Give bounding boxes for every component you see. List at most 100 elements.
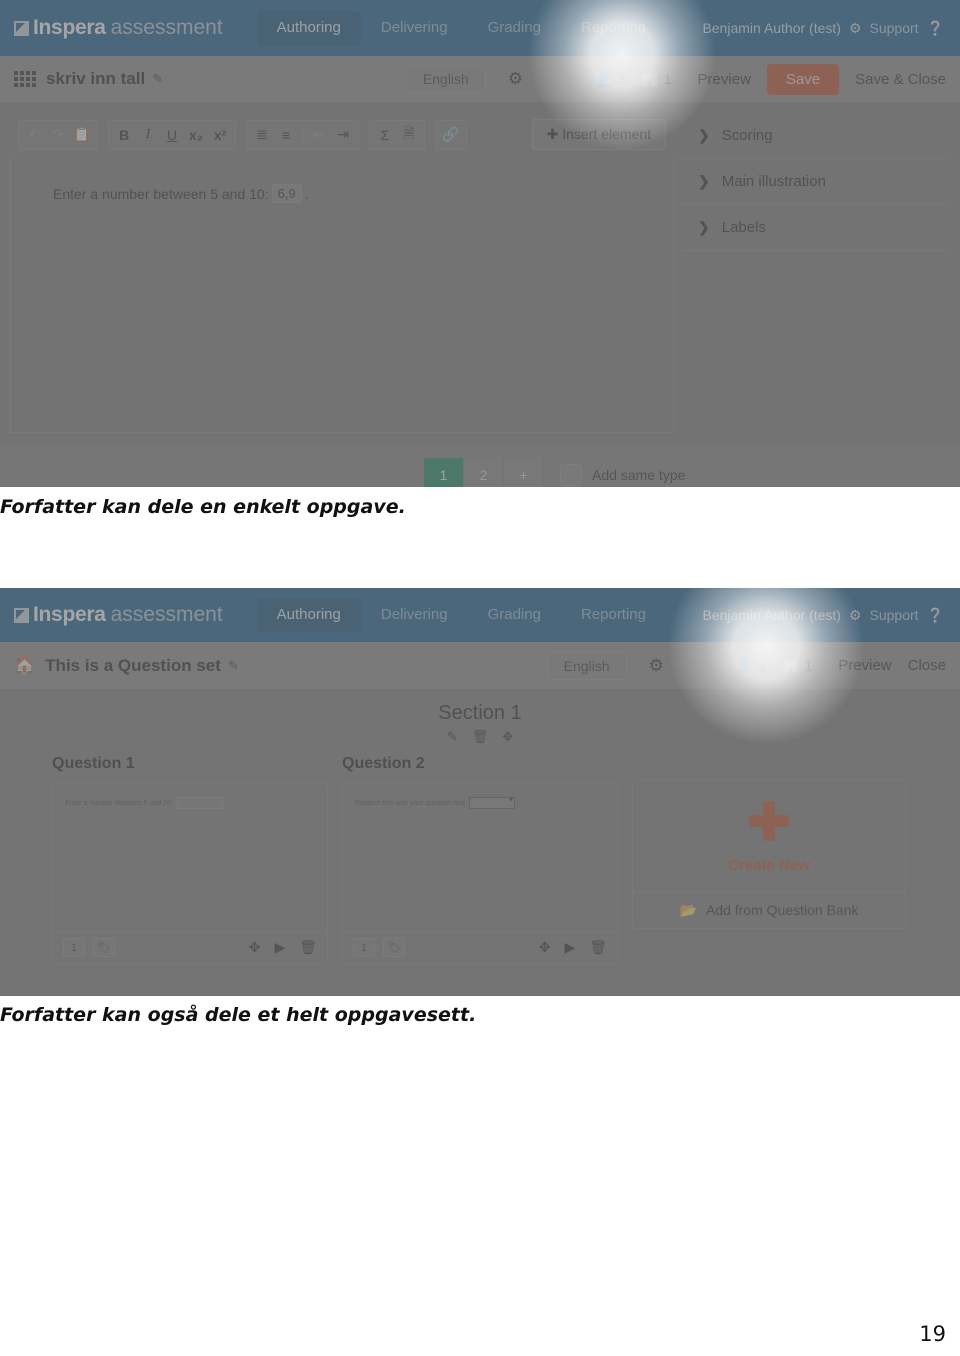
text-input-icon: [176, 797, 223, 809]
pencil-icon[interactable]: ✎: [447, 729, 458, 745]
trash-icon[interactable]: 🗑: [299, 939, 317, 956]
preview-button[interactable]: Preview: [838, 657, 891, 674]
nav-tab-delivering[interactable]: Delivering: [361, 598, 468, 632]
create-new-card[interactable]: ✚ Create New 📂 Add from Question Bank: [632, 780, 906, 929]
dropdown-icon: [469, 795, 516, 809]
italic-icon[interactable]: I: [137, 124, 159, 146]
question-card-1[interactable]: Question 1 Enter a number between 5 and …: [52, 755, 328, 964]
tag-icon[interactable]: 🏷: [93, 938, 115, 957]
add-page-button[interactable]: +: [504, 457, 544, 487]
link-icon[interactable]: 🔗: [440, 124, 462, 146]
panel-label-scoring: Scoring: [721, 127, 773, 144]
superscript-icon[interactable]: x²: [209, 124, 231, 146]
subscript-icon[interactable]: x₂: [185, 124, 207, 146]
logo-mark-icon: [14, 21, 29, 36]
candidate-counter[interactable]: 👤 3: [736, 657, 766, 674]
language-selector[interactable]: English: [405, 65, 486, 93]
bold-icon[interactable]: B: [113, 124, 135, 146]
organisation-counter[interactable]: 🏢 1: [782, 657, 812, 674]
nav-tab-authoring[interactable]: Authoring: [256, 598, 361, 632]
question-score[interactable]: 1: [63, 938, 85, 957]
play-icon[interactable]: ▶: [564, 939, 575, 956]
chevron-right-icon: ❯: [698, 219, 710, 235]
question-card-footer: 1 🏷 ✥ ▶ 🗑: [342, 932, 618, 964]
panel-label-main-illustration: Main illustration: [721, 173, 826, 190]
tag-icon[interactable]: 🏷: [383, 938, 405, 957]
outdent-icon[interactable]: ⇤: [308, 124, 330, 146]
logo-strong-text: Inspera: [33, 16, 106, 39]
language-selector[interactable]: English: [546, 651, 627, 680]
help-circle-icon[interactable]: ❔: [927, 20, 944, 37]
nav-tab-delivering[interactable]: Delivering: [361, 11, 468, 45]
numeric-answer-field[interactable]: 6,9: [271, 184, 302, 203]
trash-icon[interactable]: 🗑: [589, 939, 607, 956]
current-user-label[interactable]: Benjamin Author (test): [702, 607, 841, 623]
gear-icon[interactable]: ⚙: [849, 20, 862, 37]
trash-icon[interactable]: 🗑: [472, 729, 489, 745]
move-icon[interactable]: ✥: [249, 939, 261, 956]
support-link[interactable]: Support: [870, 20, 919, 36]
toolbar-group-lists: ≣ ≡ ⇤ ⇥: [246, 119, 359, 150]
question-score[interactable]: 1: [353, 938, 375, 957]
section-title: Section 1: [438, 702, 522, 724]
undo-icon[interactable]: ↶: [23, 124, 45, 146]
editor-canvas[interactable]: Enter a number between 5 and 10: 6,9 .: [10, 156, 674, 433]
gear-icon[interactable]: ⚙: [849, 607, 862, 624]
panel-section-scoring[interactable]: ❯ Scoring: [682, 113, 948, 159]
indent-icon[interactable]: ⇥: [332, 124, 354, 146]
question-period: .: [304, 185, 309, 202]
question-card-preview: Enter a number between 5 and 10:: [52, 782, 328, 932]
panel-section-main-illustration[interactable]: ❯ Main illustration: [682, 159, 948, 205]
close-button[interactable]: Close: [908, 657, 946, 674]
current-user-label[interactable]: Benjamin Author (test): [702, 20, 841, 36]
page-tab-2[interactable]: 2: [464, 457, 504, 487]
preview-button[interactable]: Preview: [698, 71, 751, 88]
nav-tab-authoring[interactable]: Authoring: [256, 11, 361, 45]
math-sigma-icon[interactable]: Σ: [374, 124, 396, 146]
counters-group: 👤 3 🏢 1: [736, 657, 812, 674]
support-link[interactable]: Support: [870, 607, 919, 623]
organisation-counter[interactable]: 🏢 1: [641, 71, 671, 88]
redo-icon[interactable]: ↷: [47, 124, 69, 146]
paste-icon[interactable]: 📋: [71, 124, 93, 146]
properties-side-panel: ❯ Scoring ❯ Main illustration ❯ Labels: [682, 113, 948, 433]
add-from-question-bank-button[interactable]: 📂 Add from Question Bank: [633, 891, 905, 928]
move-icon[interactable]: ✥: [539, 939, 551, 956]
pencil-icon[interactable]: ✎: [152, 71, 163, 87]
home-icon[interactable]: 🏠: [14, 657, 35, 674]
panel-section-labels[interactable]: ❯ Labels: [682, 205, 948, 251]
inspera-logo[interactable]: Inspera assessment: [14, 16, 223, 40]
nav-tab-reporting[interactable]: Reporting: [561, 598, 666, 632]
question-card-footer: 1 🏷 ✥ ▶ 🗑: [52, 932, 328, 964]
document-toolbar: skriv inn tall ✎ English ⚙ 👤 3 🏢 1 Previ…: [0, 56, 960, 103]
pencil-icon[interactable]: ✎: [228, 658, 239, 674]
question-card-tools: ✥ ▶ 🗑: [249, 939, 317, 956]
save-and-close-button[interactable]: Save & Close: [855, 71, 946, 88]
gear-icon[interactable]: ⚙: [649, 656, 664, 676]
inspera-logo[interactable]: Inspera assessment: [14, 603, 223, 627]
checkbox-icon[interactable]: [560, 463, 582, 486]
nav-tab-grading[interactable]: Grading: [468, 598, 561, 632]
bulleted-list-icon[interactable]: ≡: [275, 124, 297, 146]
editor-main-column: ↶ ↷ 📋 B I U x₂ x² ≣ ≡ ⇤ ⇥ Σ 🗎 🔗 ✚ Insert…: [10, 113, 674, 433]
insert-element-button[interactable]: ✚ Insert element: [531, 119, 666, 150]
play-icon[interactable]: ▶: [274, 939, 285, 956]
gear-icon[interactable]: ⚙: [508, 69, 523, 89]
grid-icon[interactable]: [14, 71, 36, 87]
page-tab-1[interactable]: 1: [424, 457, 464, 487]
nav-tab-grading[interactable]: Grading: [468, 11, 561, 45]
candidate-counter[interactable]: 👤 3: [595, 71, 625, 88]
save-button[interactable]: Save: [766, 63, 840, 95]
numbered-list-icon[interactable]: ≣: [251, 124, 273, 146]
move-icon[interactable]: ✥: [502, 729, 513, 745]
question-prompt: Enter a number between 5 and 10:: [53, 185, 269, 202]
top-navigation-bar: Inspera assessment Authoring Delivering …: [0, 0, 960, 56]
underline-icon[interactable]: U: [161, 124, 183, 146]
document-icon[interactable]: 🗎: [398, 124, 420, 146]
insert-element-label: Insert element: [562, 126, 651, 142]
page-tab-strip: 1 2 + Add same type: [0, 443, 960, 487]
question-card-2[interactable]: Question 2 Replace this with your questi…: [342, 755, 618, 964]
help-circle-icon[interactable]: ❔: [927, 607, 944, 624]
nav-tab-reporting[interactable]: Reporting: [561, 11, 666, 45]
caption-two: Forfatter kan også dele et helt oppgaves…: [0, 1004, 477, 1026]
